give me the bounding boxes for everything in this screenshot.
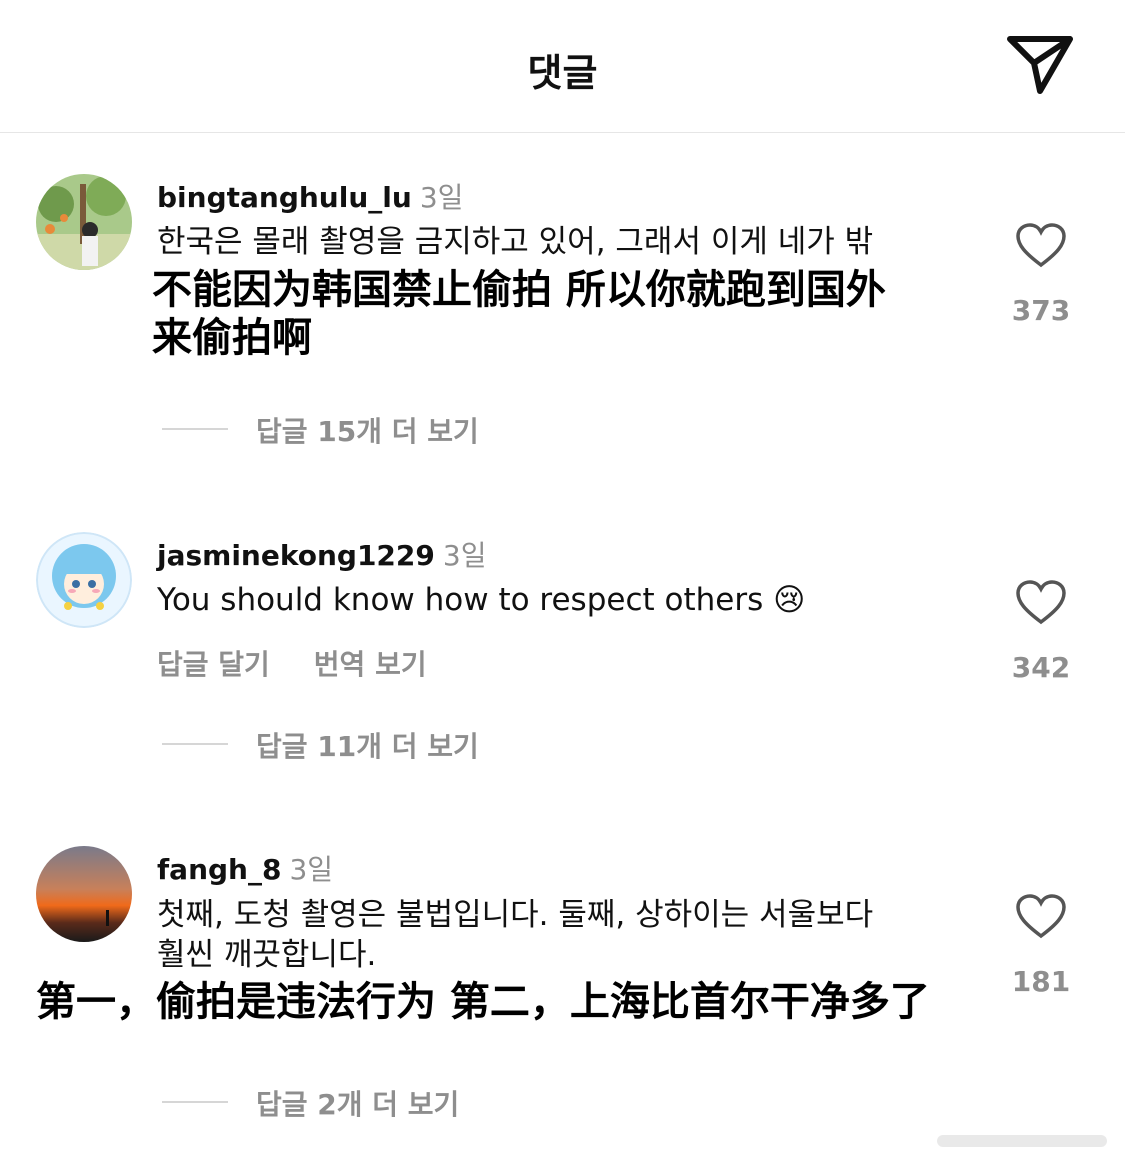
- comment-time: 3일: [289, 853, 334, 886]
- comment-username[interactable]: jasminekong1229: [157, 539, 435, 572]
- like-count: 181: [1011, 965, 1071, 998]
- comment-username[interactable]: bingtanghulu_lu: [157, 181, 412, 214]
- watermark: [937, 1135, 1107, 1147]
- reply-button[interactable]: 답글 달기: [157, 648, 270, 681]
- avatar[interactable]: [36, 174, 132, 270]
- heart-icon[interactable]: [1015, 222, 1067, 268]
- overlay-caption: 不能因为韩国禁止偷拍 所以你就跑到国外: [152, 266, 886, 313]
- divider: [162, 743, 228, 745]
- overlay-caption: 第一，偷拍是违法行为 第二，上海比首尔干净多了: [36, 978, 930, 1025]
- like-count: 342: [1011, 651, 1071, 684]
- heart-icon[interactable]: [1015, 579, 1067, 625]
- comment-text: You should know how to respect others 😢: [157, 582, 806, 618]
- view-replies-label: 답글 11개 더 보기: [256, 730, 479, 763]
- heart-icon[interactable]: [1015, 893, 1067, 939]
- comments-sheet: 댓글 bingtanghulu_lu 3일 한국은 몰래 촬영을 금지하고 있어,…: [0, 0, 1125, 1163]
- divider: [162, 1101, 228, 1103]
- see-translation-button[interactable]: 번역 보기: [314, 648, 427, 681]
- divider: [162, 428, 228, 430]
- page-title: 댓글: [527, 51, 598, 95]
- comment-text: 한국은 몰래 촬영을 금지하고 있어, 그래서 이게 네가 밖: [157, 224, 874, 260]
- send-icon[interactable]: [1004, 33, 1076, 97]
- view-replies-label: 답글 2개 더 보기: [256, 1088, 460, 1121]
- overlay-caption: 来偷拍啊: [152, 314, 312, 361]
- comment-text: 첫째, 도청 촬영은 불법입니다. 둘째, 상하이는 서울보다: [157, 897, 874, 933]
- like-count: 373: [1011, 294, 1071, 327]
- header: 댓글: [0, 0, 1125, 133]
- avatar[interactable]: [36, 846, 132, 942]
- comment-username[interactable]: fangh_8: [157, 853, 281, 886]
- comment-text: 훨씬 깨끗합니다.: [157, 937, 377, 973]
- view-replies-label: 답글 15개 더 보기: [256, 415, 479, 448]
- avatar[interactable]: [36, 532, 132, 628]
- comment-time: 3일: [442, 539, 487, 572]
- comment-time: 3일: [419, 181, 464, 214]
